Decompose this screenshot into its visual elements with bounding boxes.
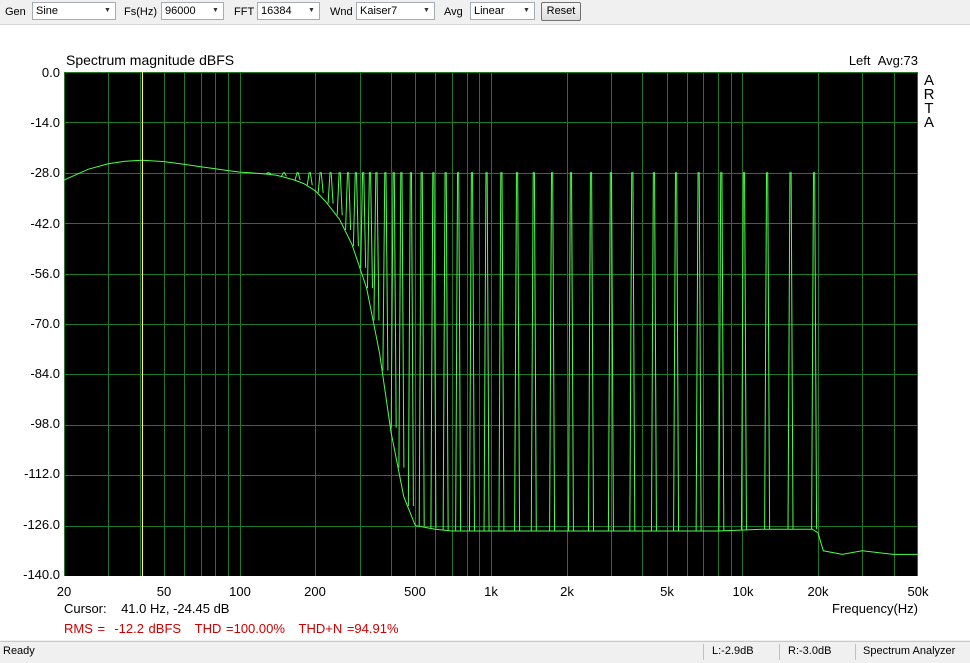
- x-tick-label: 2k: [560, 584, 574, 599]
- status-separator: [855, 644, 856, 660]
- wnd-select-value: Kaiser7: [360, 5, 398, 17]
- channel-label: Left: [848, 53, 871, 68]
- y-tick-label: -112.0: [24, 466, 60, 481]
- x-tick-label: 20: [56, 584, 72, 599]
- status-separator: [779, 644, 780, 660]
- status-right-level: R:-3.0dB: [788, 645, 832, 657]
- fft-select[interactable]: 16384 ▼: [257, 2, 320, 20]
- y-tick-label: -42.0: [30, 216, 60, 231]
- spectrum-plot[interactable]: [64, 72, 918, 576]
- status-ready: Ready: [3, 645, 35, 657]
- x-axis-label: Frequency(Hz): [832, 601, 918, 616]
- arta-logo: A R T A: [922, 73, 936, 131]
- x-tick-label: 50: [156, 584, 172, 599]
- plot-title: Spectrum magnitude dBFS: [66, 52, 235, 68]
- avg-select-value: Linear: [474, 5, 505, 17]
- status-bar: Ready L:-2.9dB R:-3.0dB Spectrum Analyze…: [0, 641, 970, 663]
- chevron-down-icon: ▼: [423, 7, 430, 14]
- avg-count: Avg:73: [877, 53, 918, 68]
- y-tick-label: -14.0: [30, 115, 60, 130]
- wnd-select[interactable]: Kaiser7 ▼: [356, 2, 435, 20]
- y-tick-label: -98.0: [30, 416, 60, 431]
- avg-label: Avg: [444, 6, 463, 18]
- fs-select-value: 96000: [165, 5, 196, 17]
- fs-select[interactable]: 96000 ▼: [161, 2, 224, 20]
- gen-label: Gen: [5, 6, 26, 18]
- x-tick-label: 5k: [660, 584, 674, 599]
- chevron-down-icon: ▼: [104, 7, 111, 14]
- stats-readout: RMS = -12.2 dBFS THD =100.00% THD+N =94.…: [64, 621, 399, 636]
- chevron-down-icon: ▼: [212, 7, 219, 14]
- x-tick-label: 50k: [907, 584, 929, 599]
- y-tick-label: -126.0: [23, 517, 60, 532]
- y-tick-label: -140.0: [23, 567, 60, 582]
- chevron-down-icon: ▼: [308, 7, 315, 14]
- y-tick-label: -84.0: [30, 366, 60, 381]
- y-tick-label: -28.0: [30, 165, 60, 180]
- wnd-label: Wnd: [330, 6, 353, 18]
- status-left-level: L:-2.9dB: [712, 645, 754, 657]
- fft-label: FFT: [234, 6, 255, 18]
- chevron-down-icon: ▼: [523, 7, 530, 14]
- reset-button[interactable]: Reset: [541, 2, 581, 21]
- avg-select[interactable]: Linear ▼: [470, 2, 535, 20]
- gen-select-value: Sine: [36, 5, 59, 17]
- gen-select[interactable]: Sine ▼: [32, 2, 116, 20]
- status-mode: Spectrum Analyzer: [863, 645, 956, 657]
- cursor-readout: Cursor: 41.0 Hz, -24.45 dB: [64, 601, 230, 616]
- fft-select-value: 16384: [261, 5, 292, 17]
- x-tick-label: 200: [304, 584, 326, 599]
- x-tick-label: 100: [229, 584, 251, 599]
- x-tick-label: 20k: [807, 584, 829, 599]
- logo-letter: A: [923, 114, 934, 131]
- x-tick-label: 1k: [484, 584, 498, 599]
- plot-channel-info: Left Avg:73: [849, 53, 918, 68]
- status-separator: [703, 644, 704, 660]
- fs-label: Fs(Hz): [124, 6, 157, 18]
- toolbar: Gen Sine ▼ Fs(Hz) 96000 ▼ FFT 16384 ▼ Wn…: [0, 0, 970, 25]
- y-tick-label: -56.0: [30, 266, 60, 281]
- x-tick-label: 500: [404, 584, 426, 599]
- x-tick-label: 10k: [732, 584, 754, 599]
- y-tick-label: -70.0: [30, 316, 60, 331]
- y-tick-label: 0.0: [41, 65, 60, 80]
